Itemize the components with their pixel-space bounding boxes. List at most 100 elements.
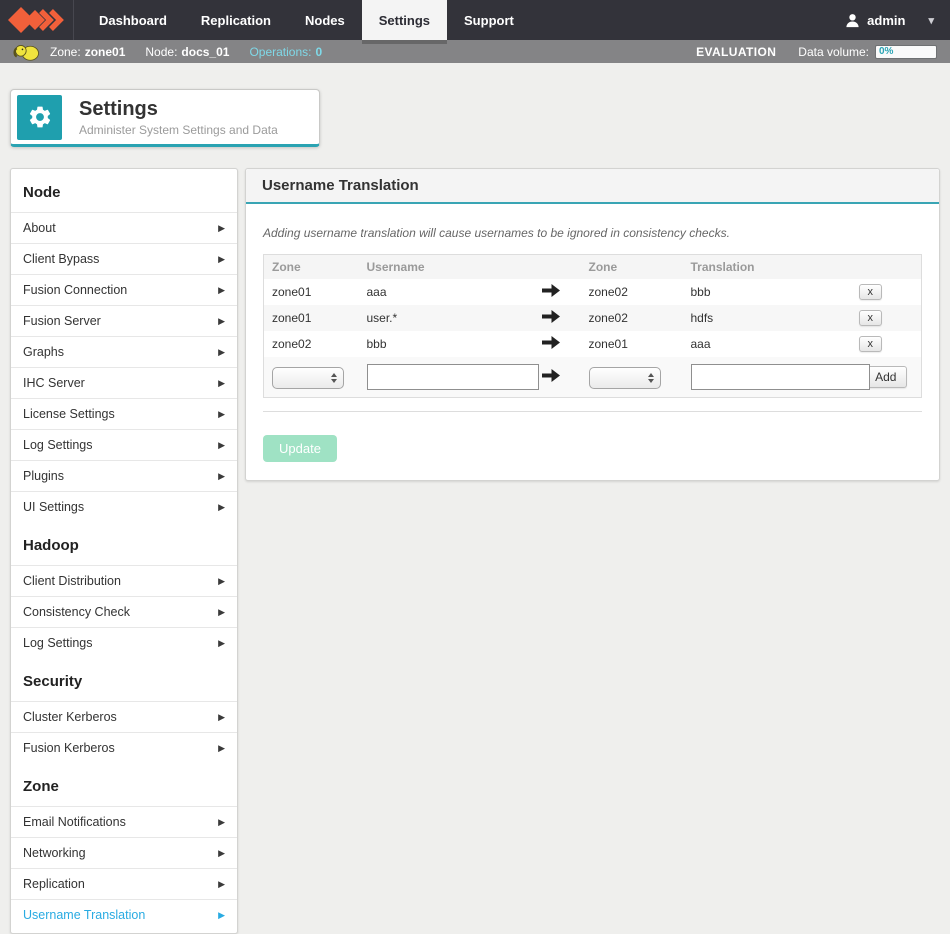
sidebar-item-label: Username Translation — [23, 908, 145, 922]
src-zone-cell: zone01 — [264, 305, 359, 331]
gear-icon — [27, 104, 53, 130]
delete-row-button[interactable]: x — [859, 336, 883, 352]
chevron-right-icon: ▶ — [218, 879, 225, 890]
tab-support[interactable]: Support — [447, 0, 531, 40]
select-stepper-icon — [331, 373, 337, 383]
sidebar-item-label: About — [23, 221, 56, 235]
user-name: admin — [867, 13, 905, 28]
sidebar-section-title: Zone — [11, 763, 237, 806]
user-menu[interactable]: admin ▾ — [845, 0, 950, 40]
chevron-right-icon: ▶ — [218, 378, 225, 389]
sidebar-section: Zone Email Notifications ▶ Networking ▶ … — [11, 763, 237, 930]
sidebar-item-ihc-server[interactable]: IHC Server ▶ — [11, 367, 237, 398]
sidebar-item-log-settings[interactable]: Log Settings ▶ — [11, 627, 237, 658]
chevron-right-icon: ▶ — [218, 712, 225, 723]
status-bar: Zone:zone01 Node:docs_01 Operations:0 EV… — [0, 40, 950, 63]
delete-row-button[interactable]: x — [859, 284, 883, 300]
username-translation-panel: Username Translation Adding username tra… — [245, 168, 940, 481]
chevron-right-icon: ▶ — [218, 316, 225, 327]
chevron-right-icon: ▶ — [218, 576, 225, 587]
sidebar-item-label: Plugins — [23, 469, 64, 483]
chevron-right-icon: ▶ — [218, 502, 225, 513]
sidebar-section: Security Cluster Kerberos ▶ Fusion Kerbe… — [11, 658, 237, 763]
sidebar-item-client-bypass[interactable]: Client Bypass ▶ — [11, 243, 237, 274]
sidebar-item-plugins[interactable]: Plugins ▶ — [11, 460, 237, 491]
src-zone-cell: zone02 — [264, 331, 359, 357]
select-stepper-icon — [648, 373, 654, 383]
sidebar-item-cluster-kerberos[interactable]: Cluster Kerberos ▶ — [11, 701, 237, 732]
chevron-right-icon: ▶ — [218, 285, 225, 296]
sidebar-item-fusion-kerberos[interactable]: Fusion Kerberos ▶ — [11, 732, 237, 763]
sidebar-item-ui-settings[interactable]: UI Settings ▶ — [11, 491, 237, 522]
chevron-right-icon: ▶ — [218, 817, 225, 828]
page-content: Settings Administer System Settings and … — [0, 63, 950, 934]
tab-replication[interactable]: Replication — [184, 0, 288, 40]
sidebar-item-email-notifications[interactable]: Email Notifications ▶ — [11, 806, 237, 837]
user-icon — [845, 13, 860, 28]
chevron-right-icon: ▶ — [218, 910, 225, 921]
add-translation-row: Add — [264, 357, 922, 398]
chevron-right-icon: ▶ — [218, 471, 225, 482]
chevron-right-icon: ▶ — [218, 409, 225, 420]
sidebar-item-label: Fusion Kerberos — [23, 741, 115, 755]
sidebar-item-about[interactable]: About ▶ — [11, 212, 237, 243]
sidebar-item-label: Networking — [23, 846, 86, 860]
sidebar-item-label: UI Settings — [23, 500, 84, 514]
data-volume-indicator: Data volume: 0% — [798, 45, 937, 59]
update-button[interactable]: Update — [263, 435, 337, 462]
sidebar-item-consistency-check[interactable]: Consistency Check ▶ — [11, 596, 237, 627]
tab-dashboard[interactable]: Dashboard — [82, 0, 184, 40]
sidebar-item-username-translation[interactable]: Username Translation ▶ — [11, 899, 237, 930]
chevron-right-icon: ▶ — [218, 607, 225, 618]
hadoop-elephant-icon — [13, 42, 41, 62]
chevron-right-icon: ▶ — [218, 223, 225, 234]
tab-settings[interactable]: Settings — [362, 0, 447, 40]
chevron-down-icon[interactable]: ▾ — [928, 14, 934, 27]
chevron-right-icon: ▶ — [218, 254, 225, 265]
add-button[interactable]: Add — [864, 366, 907, 388]
col-header-dst-zone: Zone — [581, 255, 683, 280]
sidebar-item-label: Fusion Server — [23, 314, 101, 328]
sidebar-section-title: Node — [11, 169, 237, 212]
sidebar-item-networking[interactable]: Networking ▶ — [11, 837, 237, 868]
sidebar-item-label: Client Bypass — [23, 252, 99, 266]
data-volume-meter: 0% — [875, 45, 937, 59]
col-header-arrow — [521, 255, 581, 280]
translation-note: Adding username translation will cause u… — [263, 226, 922, 240]
wandisco-logo[interactable] — [0, 0, 74, 40]
translation-input[interactable] — [691, 364, 870, 390]
chevron-right-icon: ▶ — [218, 848, 225, 859]
panel-divider — [263, 411, 922, 412]
sidebar-item-license-settings[interactable]: License Settings ▶ — [11, 398, 237, 429]
dst-zone-cell: zone02 — [581, 305, 683, 331]
username-input[interactable] — [367, 364, 539, 390]
sidebar-item-log-settings[interactable]: Log Settings ▶ — [11, 429, 237, 460]
settings-gear-tile — [17, 95, 62, 140]
translation-cell: aaa — [683, 331, 851, 357]
sidebar-item-label: Cluster Kerberos — [23, 710, 117, 724]
sidebar-item-label: License Settings — [23, 407, 115, 421]
right-arrow-icon — [542, 284, 560, 297]
right-arrow-icon — [542, 369, 560, 382]
operations-link[interactable]: Operations:0 — [249, 45, 322, 59]
src-zone-select[interactable] — [272, 367, 344, 389]
sidebar-item-graphs[interactable]: Graphs ▶ — [11, 336, 237, 367]
sidebar-item-fusion-server[interactable]: Fusion Server ▶ — [11, 305, 237, 336]
tab-nodes[interactable]: Nodes — [288, 0, 362, 40]
chevron-right-icon: ▶ — [218, 638, 225, 649]
dst-zone-select[interactable] — [589, 367, 661, 389]
sidebar-item-client-distribution[interactable]: Client Distribution ▶ — [11, 565, 237, 596]
sidebar-section: Hadoop Client Distribution ▶ Consistency… — [11, 522, 237, 658]
data-volume-label: Data volume: — [798, 45, 869, 59]
sidebar-item-fusion-connection[interactable]: Fusion Connection ▶ — [11, 274, 237, 305]
username-cell: aaa — [359, 279, 521, 305]
zone-indicator: Zone:zone01 — [50, 45, 125, 59]
page-subtitle: Administer System Settings and Data — [79, 123, 278, 137]
col-header-username: Username — [359, 255, 521, 280]
evaluation-badge: EVALUATION — [696, 45, 776, 59]
delete-row-button[interactable]: x — [859, 310, 883, 326]
sidebar-item-replication[interactable]: Replication ▶ — [11, 868, 237, 899]
page-header-card: Settings Administer System Settings and … — [10, 89, 320, 147]
col-header-src-zone: Zone — [264, 255, 359, 280]
sidebar-item-label: Log Settings — [23, 438, 93, 452]
